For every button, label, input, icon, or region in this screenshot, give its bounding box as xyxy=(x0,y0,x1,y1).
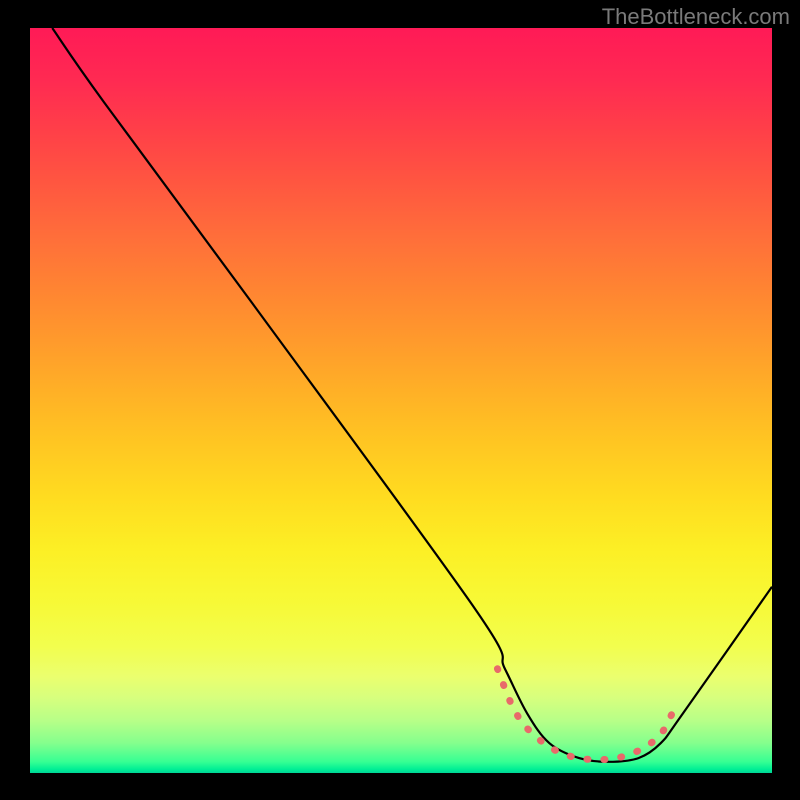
watermark-text: TheBottleneck.com xyxy=(602,4,790,30)
main-curve-path xyxy=(52,28,772,762)
bottom-highlight-path xyxy=(497,669,675,760)
plot-area xyxy=(30,28,772,773)
chart-container: TheBottleneck.com xyxy=(0,0,800,800)
curve-svg xyxy=(30,28,772,773)
